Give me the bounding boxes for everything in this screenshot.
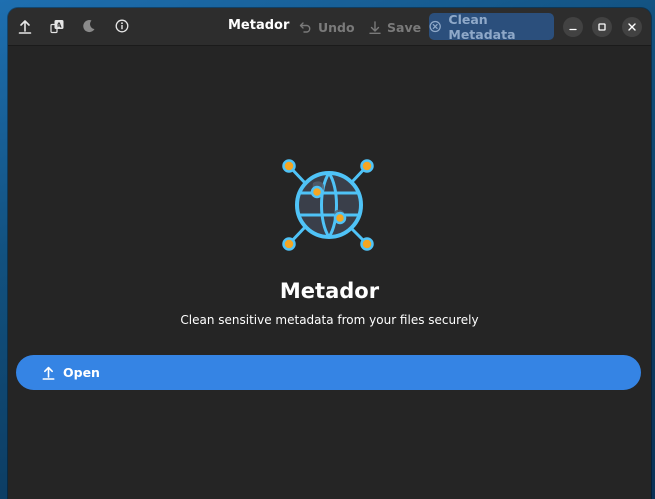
close-button[interactable] — [622, 17, 642, 37]
info-icon[interactable] — [111, 15, 133, 37]
text-format-icon[interactable]: A — [46, 15, 68, 37]
maximize-button[interactable] — [592, 17, 612, 37]
header-bar: A Metador Undo Save Clean Metadata — [8, 8, 651, 46]
app-window: A Metador Undo Save Clean Metadata Metad… — [8, 8, 651, 499]
minimize-icon — [569, 28, 577, 31]
clear-icon — [429, 20, 441, 33]
upload-icon[interactable] — [14, 15, 36, 37]
undo-icon — [299, 22, 311, 33]
app-subtitle: Clean sensitive metadata from your files… — [180, 313, 479, 327]
clean-metadata-button[interactable]: Clean Metadata — [429, 11, 554, 42]
app-title: Metador — [279, 279, 380, 303]
download-icon — [369, 20, 381, 34]
save-button[interactable]: Save — [369, 15, 421, 39]
minimize-button[interactable] — [563, 17, 583, 37]
main-content: Metador Clean sensitive metadata from yo… — [8, 46, 651, 499]
upload-icon — [42, 366, 55, 380]
open-label: Open — [63, 365, 100, 380]
undo-label: Undo — [318, 19, 355, 35]
close-icon — [628, 23, 636, 31]
maximize-icon — [598, 23, 606, 31]
globe-network-icon — [282, 159, 374, 251]
undo-button[interactable]: Undo — [299, 15, 355, 39]
moon-icon[interactable] — [78, 15, 100, 37]
open-button[interactable]: Open — [16, 355, 641, 390]
clean-metadata-label: Clean Metadata — [448, 11, 516, 42]
save-label: Save — [387, 19, 422, 35]
window-title: Metador — [228, 18, 290, 33]
